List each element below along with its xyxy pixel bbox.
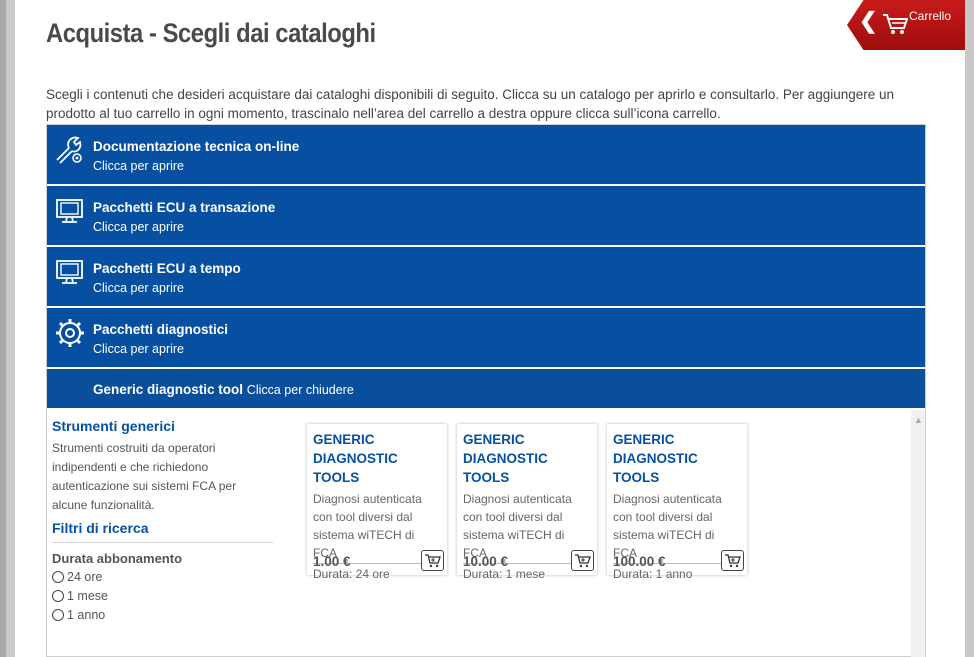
cart-button[interactable]: ❮ Carrello <box>847 0 965 50</box>
open-catalog-title: Generic diagnostic tool Clicca per chiud… <box>93 382 354 397</box>
filters-title: Strumenti generici <box>52 418 175 434</box>
radio-button[interactable] <box>52 571 64 583</box>
cart-icon <box>725 554 741 568</box>
catalog-hint: Clicca per aprire <box>93 220 185 234</box>
product-card[interactable]: GENERIC DIAGNOSTIC TOOLS Diagnosi autent… <box>607 424 747 581</box>
radio-label: 1 anno <box>67 608 106 622</box>
product-card[interactable]: GENERIC DIAGNOSTIC TOOLS Diagnosi autent… <box>307 424 447 581</box>
filters-description: Strumenti costruiti da operatori indipen… <box>52 441 237 512</box>
radio-button[interactable] <box>52 590 64 602</box>
duration-group-label: Durata abbonamento <box>52 551 183 566</box>
catalog-content: Strumenti generici Strumenti costruiti d… <box>47 410 925 657</box>
radio-button[interactable] <box>52 609 64 621</box>
product-title: GENERIC DIAGNOSTIC TOOLS <box>313 432 398 485</box>
add-to-cart-button[interactable] <box>721 550 744 571</box>
catalog-name: Pacchetti ECU a tempo <box>93 261 241 276</box>
catalog-name: Pacchetti diagnostici <box>93 322 229 337</box>
chevron-left-icon: ❮ <box>859 8 878 33</box>
wrench-icon <box>56 136 82 164</box>
catalog-generic-diagnostic-open[interactable]: Generic diagnostic tool Clicca per chiud… <box>47 369 925 410</box>
add-to-cart-button[interactable] <box>421 550 444 571</box>
radio-1-anno[interactable]: 1 anno <box>52 607 273 623</box>
product-price: 10.00 € <box>463 554 509 569</box>
catalog-ecu-transazione[interactable]: Pacchetti ECU a transazione Clicca per a… <box>47 186 925 247</box>
cart-icon <box>575 554 591 568</box>
catalog-hint: Clicca per aprire <box>93 342 185 356</box>
monitor-icon <box>56 199 83 223</box>
cart-icon <box>883 14 908 34</box>
catalog-documentazione[interactable]: Documentazione tecnica on-line Clicca pe… <box>47 125 925 186</box>
product-card[interactable]: GENERIC DIAGNOSTIC TOOLS Diagnosi autent… <box>457 424 597 581</box>
add-to-cart-button[interactable] <box>571 550 594 571</box>
radio-label: 1 mese <box>67 589 108 603</box>
catalog-hint: Clicca per aprire <box>93 281 185 295</box>
page-container: Acquista - Scegli dai cataloghi ❮ Carrel… <box>15 0 965 657</box>
product-price: 1.00 € <box>313 554 351 569</box>
catalog-name: Documentazione tecnica on-line <box>93 139 300 154</box>
catalog-name: Pacchetti ECU a transazione <box>93 200 276 215</box>
radio-24-ore[interactable]: 24 ore <box>52 569 273 585</box>
cart-icon <box>425 554 441 568</box>
page-title: Acquista - Scegli dai cataloghi <box>46 18 376 48</box>
radio-label: 24 ore <box>67 570 103 584</box>
filters-sidebar: Strumenti generici Strumenti costruiti d… <box>52 418 273 623</box>
search-filters-title: Filtri di ricerca <box>52 520 273 543</box>
open-catalog-name: Generic diagnostic tool <box>93 382 244 397</box>
product-title: GENERIC DIAGNOSTIC TOOLS <box>463 432 548 485</box>
product-title: GENERIC DIAGNOSTIC TOOLS <box>613 432 698 485</box>
gear-icon <box>56 319 84 347</box>
catalog-diagnostici[interactable]: Pacchetti diagnostici Clicca per aprire <box>47 308 925 369</box>
catalog-ecu-tempo[interactable]: Pacchetti ECU a tempo Clicca per aprire <box>47 247 925 308</box>
cart-label: Carrello <box>909 9 952 23</box>
radio-1-mese[interactable]: 1 mese <box>52 588 273 604</box>
catalog-panel: Documentazione tecnica on-line Clicca pe… <box>46 124 926 657</box>
monitor-icon <box>56 260 83 284</box>
intro-text: Scegli i contenuti che desideri acquista… <box>46 87 895 121</box>
product-price: 100.00 € <box>613 554 666 569</box>
scroll-up-icon[interactable]: ▲ <box>914 415 923 425</box>
open-catalog-hint: Clicca per chiudere <box>246 383 354 397</box>
content-scrollbar[interactable]: ▲ <box>911 410 925 657</box>
left-scrollbar[interactable] <box>0 0 6 657</box>
catalog-hint: Clicca per aprire <box>93 159 185 173</box>
